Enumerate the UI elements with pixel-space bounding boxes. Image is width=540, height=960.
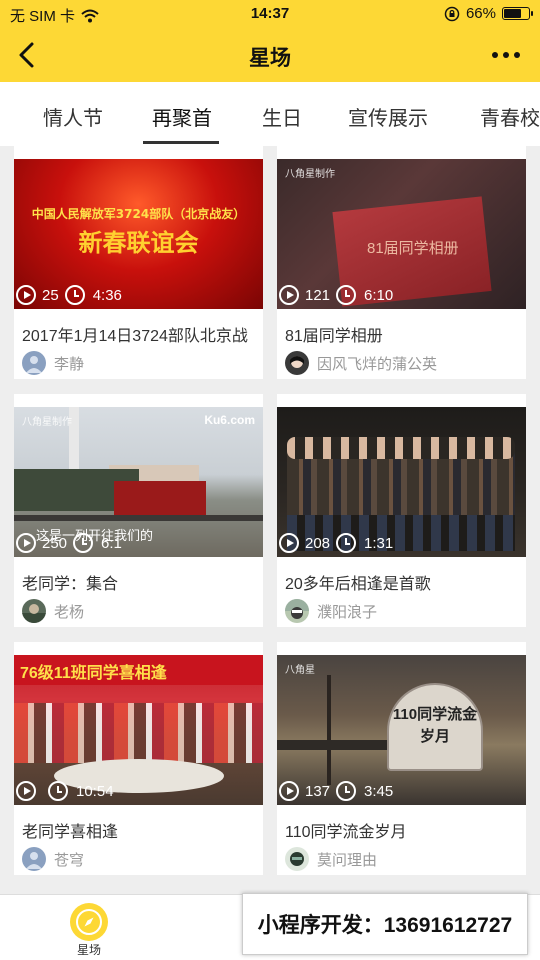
video-thumbnail[interactable]: 这是一列开往我们的 八角星制作 Ku6.com 250 6:1 [14, 407, 263, 557]
play-count-icon [16, 285, 36, 305]
nav-bar: 星场 [0, 30, 540, 82]
duration: 10:54 [76, 782, 114, 800]
duration-icon [336, 533, 357, 553]
video-title[interactable]: 20多年后相逢是首歌 [285, 570, 525, 594]
duration: 4:36 [92, 286, 122, 304]
author[interactable]: 老杨 [22, 599, 84, 623]
more-button[interactable] [484, 40, 528, 70]
duration-icon [64, 285, 85, 305]
video-title[interactable]: 老同学喜相逢 [22, 818, 262, 842]
play-count-icon [16, 533, 36, 553]
avatar [285, 847, 309, 871]
orientation-lock-icon [444, 6, 460, 21]
watermark: 八角星制作 [22, 417, 72, 428]
thumbnail-text: 新春联谊会 [78, 228, 199, 257]
tab-birthday[interactable]: 生日 [262, 102, 302, 131]
avatar [285, 351, 309, 375]
category-tabs: 情人节 再聚首 生日 宣传展示 青春校 [0, 82, 540, 146]
video-stats: 10:54 [16, 781, 114, 801]
play-count: 25 [42, 286, 59, 304]
video-title[interactable]: 老同学：集合 [22, 570, 262, 594]
author[interactable]: 濮阳浪子 [285, 599, 377, 623]
author[interactable]: 因风飞烊的蒲公英 [285, 351, 437, 375]
video-thumbnail[interactable]: 81届同学相册 八角星制作 121 6:10 [277, 159, 526, 309]
duration-icon [48, 781, 68, 801]
avatar [285, 599, 309, 623]
video-title[interactable]: 81届同学相册 [285, 322, 525, 346]
author-name: 苍穹 [54, 851, 85, 869]
play-count-icon [16, 781, 36, 801]
video-thumbnail[interactable]: 208 1:31 [277, 407, 526, 557]
status-bar: 无 SIM 卡 14:37 66% [0, 0, 540, 30]
duration-icon [336, 285, 357, 305]
active-tab-indicator [143, 141, 219, 144]
tab-star-field[interactable]: 星场 [70, 941, 108, 958]
play-count: 121 [305, 286, 331, 304]
video-card[interactable]: 110同学流金 岁月 八角星 137 3:45 110同学流金岁月 莫问理由 [277, 642, 526, 875]
watermark: 八角星 [285, 665, 315, 676]
ku6-logo: Ku6.com [204, 413, 255, 427]
author[interactable]: 李静 [22, 351, 84, 375]
tab-youth-campus[interactable]: 青春校 [480, 102, 540, 131]
author-name: 因风飞烊的蒲公英 [317, 355, 438, 373]
tab-reunion[interactable]: 再聚首 [152, 102, 212, 131]
author-name: 老杨 [54, 603, 85, 621]
video-title[interactable]: 110同学流金岁月 [285, 818, 525, 842]
thumbnail-text: 81届同学相册 [367, 240, 459, 257]
more-dots-icon [492, 52, 498, 58]
author[interactable]: 苍穹 [22, 847, 84, 871]
video-card[interactable]: 81届同学相册 八角星制作 121 6:10 81届同学相册 因风飞烊的蒲公英 [277, 146, 526, 379]
play-count: 137 [305, 782, 331, 800]
watermark: 八角星制作 [285, 169, 335, 180]
play-count-icon [279, 533, 299, 553]
duration: 6:1 [101, 534, 122, 552]
video-stats: 208 1:31 [279, 533, 393, 553]
compass-icon[interactable] [70, 903, 108, 941]
video-thumbnail[interactable]: 76级11班同学喜相逢 10:54 [14, 655, 263, 805]
video-stats: 121 6:10 [279, 285, 393, 305]
video-card[interactable]: 208 1:31 20多年后相逢是首歌 濮阳浪子 [277, 394, 526, 627]
video-thumbnail[interactable]: 110同学流金 岁月 八角星 137 3:45 [277, 655, 526, 805]
video-card[interactable]: 中国人民解放军3724部队（北京战友） 新春联谊会 25 4:36 2017年1… [14, 146, 263, 379]
author-name: 莫问理由 [317, 851, 378, 869]
tab-valentines[interactable]: 情人节 [43, 102, 103, 131]
video-card[interactable]: 这是一列开往我们的 八角星制作 Ku6.com 250 6:1 老同学：集合 老… [14, 394, 263, 627]
author-name: 濮阳浪子 [317, 603, 378, 621]
author-name: 李静 [54, 355, 85, 373]
video-stats: 137 3:45 [279, 781, 393, 801]
video-stats: 250 6:1 [16, 533, 122, 553]
play-count: 250 [42, 534, 68, 552]
battery-percent: 66% [465, 5, 496, 22]
avatar [22, 351, 46, 375]
video-card[interactable]: 76级11班同学喜相逢 10:54 老同学喜相逢 苍穹 [14, 642, 263, 875]
play-count-icon [279, 781, 299, 801]
avatar [22, 599, 46, 623]
play-count: 208 [305, 534, 331, 552]
duration: 6:10 [364, 286, 394, 304]
thumbnail-text: 76级11班同学喜相逢 [20, 665, 167, 682]
page-title: 星场 [249, 47, 291, 70]
video-thumbnail[interactable]: 中国人民解放军3724部队（北京战友） 新春联谊会 25 4:36 [14, 159, 263, 309]
thumbnail-text: 110同学流金 [392, 706, 478, 723]
avatar [22, 847, 46, 871]
duration: 1:31 [364, 534, 394, 552]
author[interactable]: 莫问理由 [285, 847, 377, 871]
video-grid: 中国人民解放军3724部队（北京战友） 新春联谊会 25 4:36 2017年1… [0, 146, 540, 894]
duration: 3:45 [364, 782, 394, 800]
video-stats: 25 4:36 [16, 285, 122, 305]
promo-banner: 小程序开发：13691612727 [242, 893, 528, 955]
thumbnail-text: 中国人民解放军3724部队（北京战友） [31, 207, 246, 221]
play-count-icon [279, 285, 299, 305]
status-right: 66% [444, 5, 533, 22]
duration-icon [73, 533, 94, 553]
duration-icon [336, 781, 357, 801]
video-title[interactable]: 2017年1月14日3724部队北京战 [22, 322, 262, 346]
thumbnail-text: 岁月 [419, 728, 450, 745]
tab-promotion[interactable]: 宣传展示 [348, 102, 428, 131]
battery-icon [502, 7, 533, 20]
